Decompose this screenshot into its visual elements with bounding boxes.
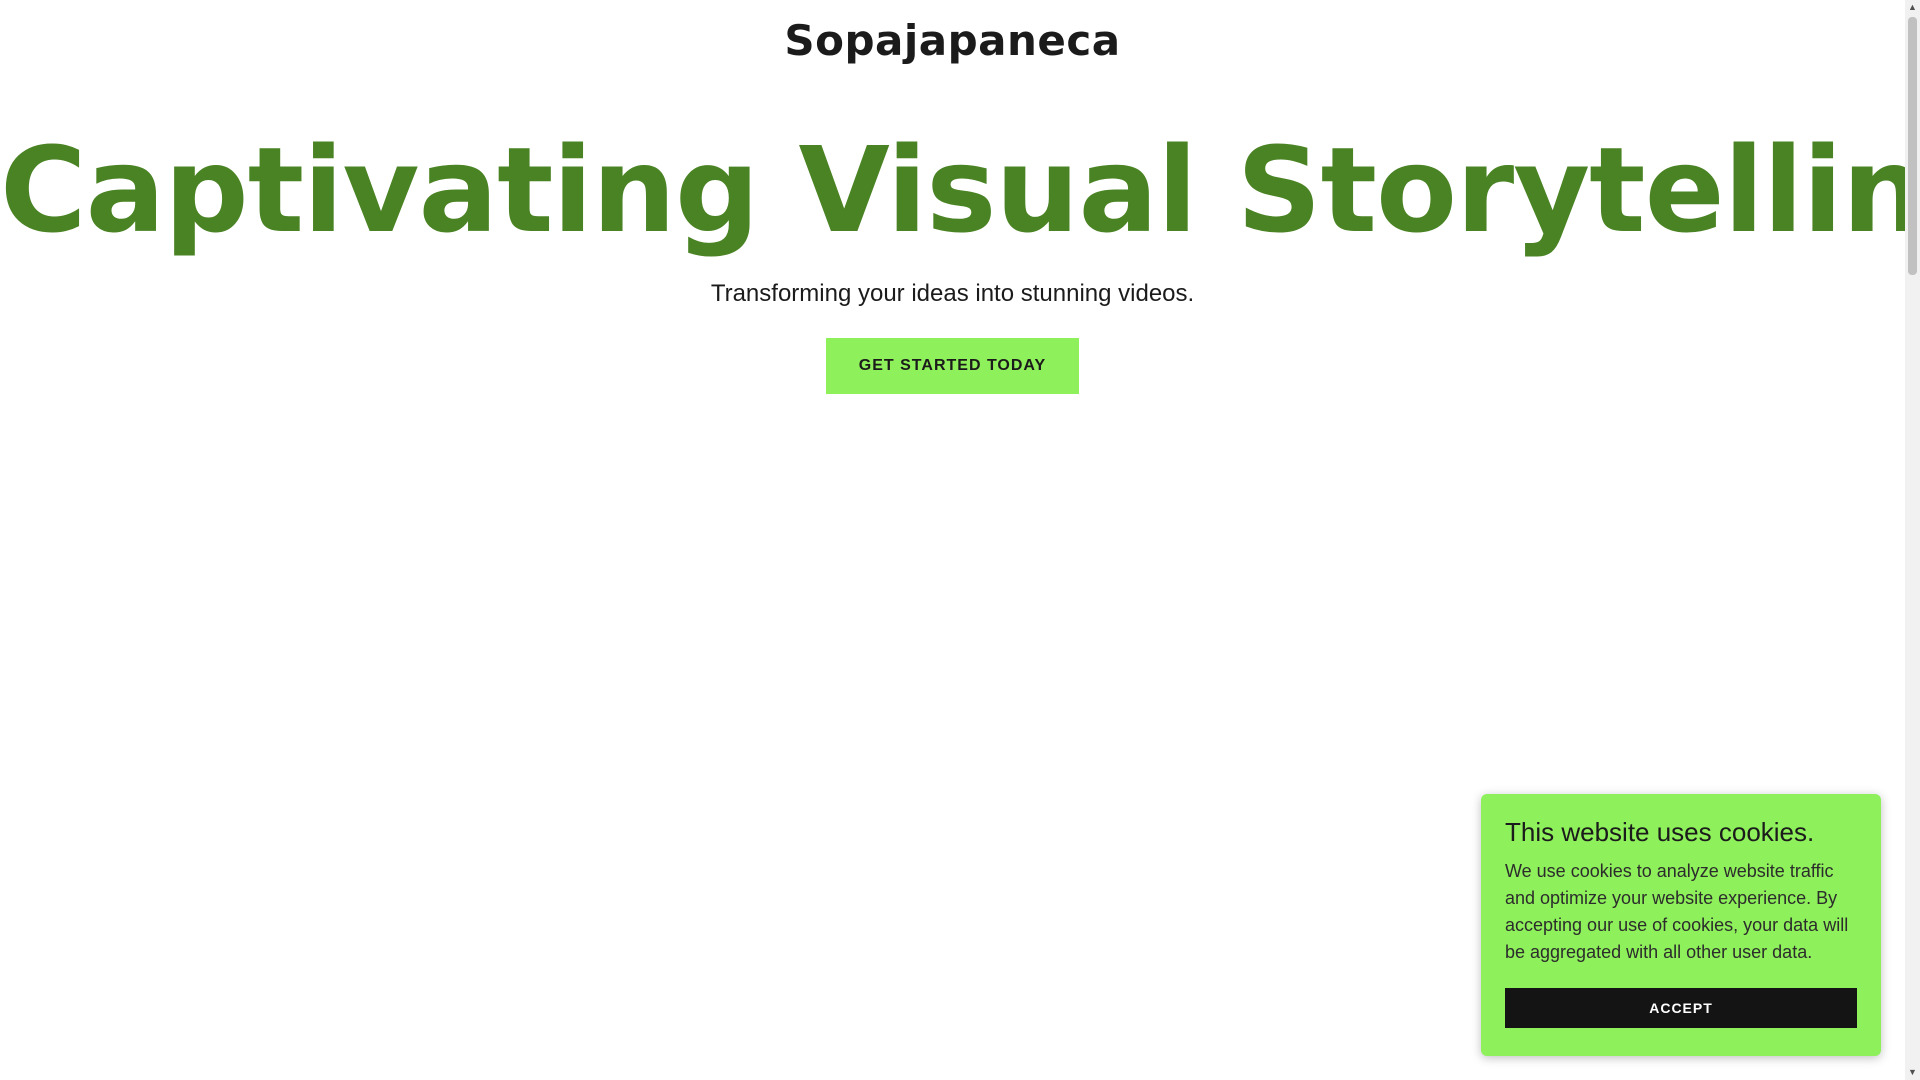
get-started-button[interactable]: GET STARTED TODAY (826, 338, 1079, 394)
accept-cookies-button[interactable]: ACCEPT (1505, 988, 1857, 1028)
scroll-up-icon[interactable]: ▲ (1905, 0, 1920, 15)
hero-title: Captivating Visual Storytelling (0, 121, 1920, 259)
page-scrollbar[interactable]: ▲ ▼ (1905, 0, 1920, 1080)
page: Sopajapaneca Captivating Visual Storytel… (0, 0, 1920, 1080)
scroll-down-icon[interactable]: ▼ (1905, 1065, 1920, 1080)
cookie-banner-text: We use cookies to analyze website traffi… (1505, 861, 1849, 962)
hero-subtitle: Transforming your ideas into stunning vi… (710, 280, 1195, 307)
site-logo[interactable]: Sopajapaneca (0, 16, 1905, 65)
cookie-banner-title: This website uses cookies. (1505, 817, 1815, 847)
scrollbar-thumb[interactable] (1908, 17, 1917, 275)
cookie-banner: This website uses cookies. We use cookie… (1481, 794, 1881, 1056)
